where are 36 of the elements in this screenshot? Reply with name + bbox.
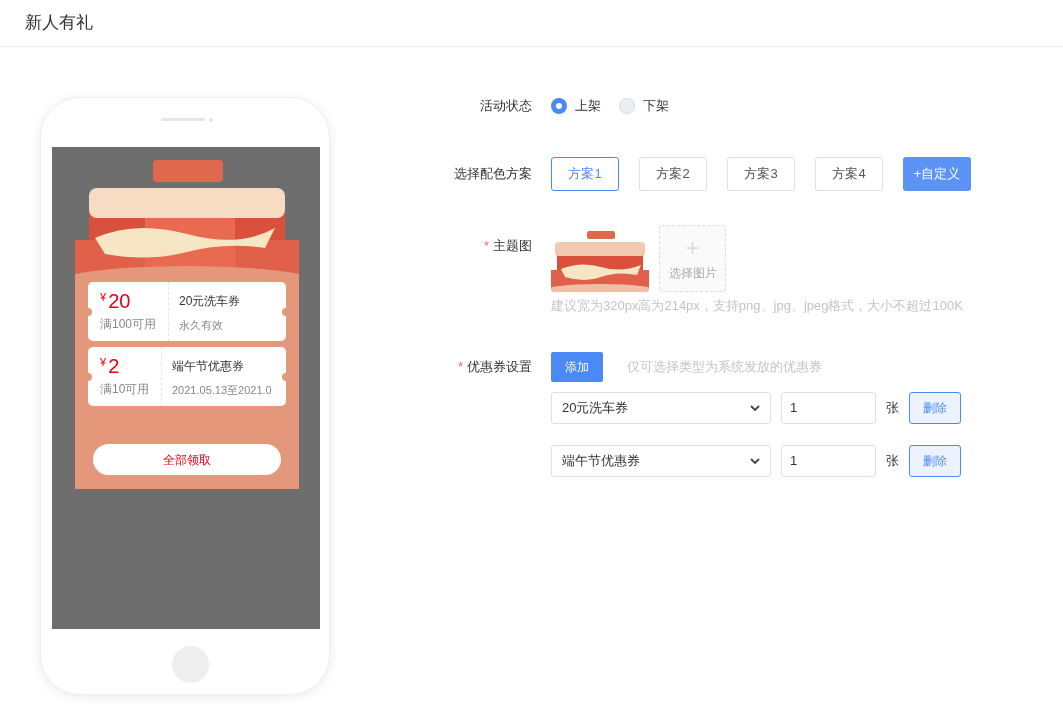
unit-label: 张 bbox=[886, 398, 899, 417]
color-scheme-button[interactable]: 方案3 bbox=[727, 157, 795, 191]
plus-sign: + bbox=[685, 235, 700, 260]
radio-option[interactable]: 上架 bbox=[551, 96, 601, 116]
claim-all-button[interactable]: 全部领取 bbox=[93, 444, 281, 475]
field-label: 优惠券设置 bbox=[467, 358, 532, 374]
currency-symbol: ¥ bbox=[100, 290, 107, 304]
coupon-select[interactable]: 20元洗车券 bbox=[551, 391, 771, 424]
currency-symbol: ¥ bbox=[100, 355, 107, 369]
chevron-down-icon bbox=[750, 457, 760, 464]
coupon-condition: 满10可用 bbox=[100, 381, 151, 398]
hint-text: 建议宽为320px高为214px，支持png、jpg、jpeg格式，大小不超过100K bbox=[551, 297, 963, 315]
hint-text: 仅可选择类型为系统发放的优惠券 bbox=[627, 357, 822, 376]
required-mark: * bbox=[457, 358, 463, 374]
field-label: 选择配色方案 bbox=[454, 166, 532, 182]
coupon-amount: 20 bbox=[108, 290, 131, 312]
color-scheme-button[interactable]: 方案2 bbox=[639, 157, 707, 191]
coupon-name: 20元洗车券 bbox=[179, 293, 241, 310]
field-label: 主题图 bbox=[493, 238, 532, 253]
color-scheme-button[interactable]: 方案1 bbox=[551, 157, 619, 191]
quantity-field[interactable]: 1 bbox=[781, 391, 876, 424]
unit-label: 张 bbox=[886, 451, 899, 470]
page-title: 新人有礼 bbox=[25, 12, 93, 35]
radio-option[interactable]: 下架 bbox=[619, 96, 669, 116]
color-scheme-button[interactable]: 方案4 bbox=[815, 157, 883, 191]
field-label: 活动状态 bbox=[480, 98, 532, 114]
quantity-field[interactable]: 1 bbox=[781, 444, 876, 477]
chevron-down-icon bbox=[750, 404, 760, 411]
upload-label: 选择图片 bbox=[668, 264, 717, 282]
coupon-amount: 2 bbox=[108, 355, 120, 377]
coupon-name: 端午节优惠券 bbox=[172, 358, 245, 375]
coupon-select[interactable]: 端午节优惠券 bbox=[551, 444, 771, 477]
required-mark: * bbox=[483, 238, 489, 253]
coupon-validity: 2021.05.13至2021.0 bbox=[172, 383, 272, 398]
coupon-condition: 满100可用 bbox=[100, 316, 158, 333]
coupon-validity: 永久有效 bbox=[179, 318, 224, 333]
